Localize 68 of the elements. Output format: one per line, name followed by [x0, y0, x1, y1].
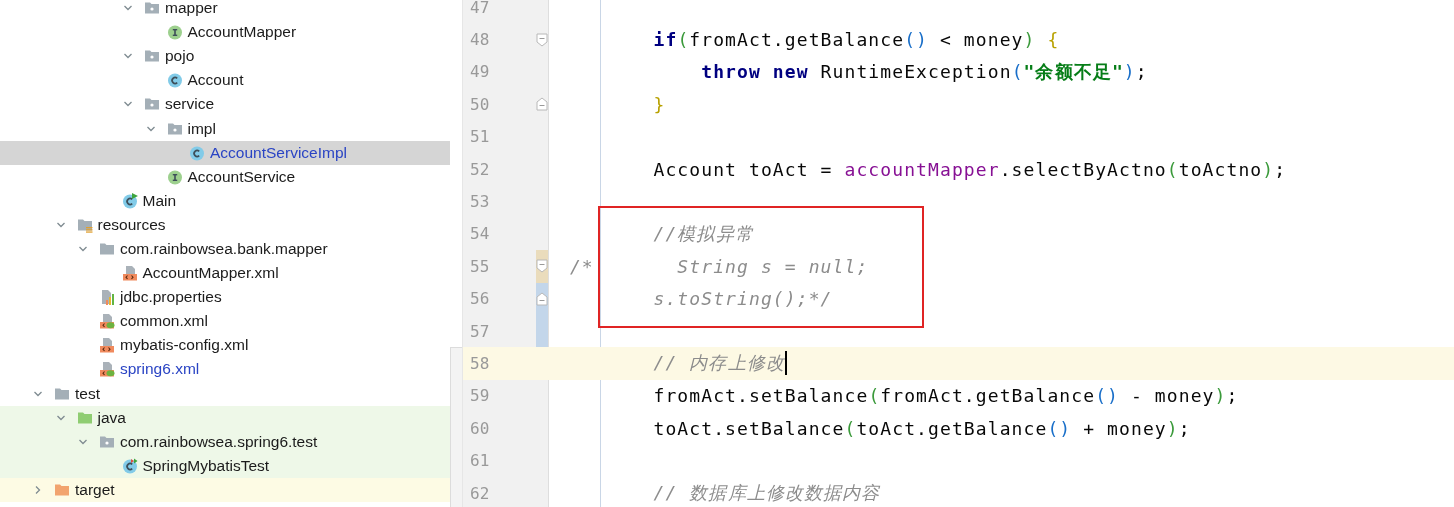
code-line: }: [652, 93, 666, 115]
code-line: toAct.setBalance(toAct.getBalance() + money);: [652, 417, 1191, 439]
tree-item[interactable]: SpringMybatisTest: [0, 453, 450, 478]
tree-item[interactable]: AccountServiceImpl: [0, 140, 450, 165]
line-number: 62: [470, 483, 490, 503]
xml-file-icon: [121, 265, 138, 282]
line-number: 47: [470, 0, 490, 17]
code-line: Account toAct = accountMapper.selectByActno(toActno);: [652, 158, 1287, 180]
tree-item[interactable]: common.xml: [0, 309, 450, 334]
class-icon: [121, 192, 138, 209]
code-line: throw new RuntimeException("余额不足");: [700, 59, 1148, 84]
properties-file-icon: [99, 289, 115, 306]
tree-item[interactable]: resources: [0, 212, 450, 237]
fold-marker-icon[interactable]: [536, 291, 548, 306]
tree-item[interactable]: pojo: [0, 44, 450, 69]
text-cursor: [784, 351, 787, 376]
tree-item[interactable]: impl: [0, 116, 450, 141]
tree-item[interactable]: Account: [0, 68, 450, 93]
tree-item[interactable]: target: [0, 477, 450, 502]
class-icon: [166, 72, 183, 89]
line-number: 52: [470, 159, 490, 179]
line-number: 59: [470, 386, 490, 406]
line-number: 61: [470, 451, 490, 471]
line-number: 54: [470, 224, 490, 244]
scrollbar[interactable]: [450, 347, 462, 507]
line-number: 50: [470, 94, 490, 114]
line-number: 60: [470, 418, 490, 438]
fold-marker-icon[interactable]: [536, 32, 548, 47]
interface-icon: [166, 24, 183, 41]
tree-item[interactable]: jdbc.properties: [0, 285, 450, 310]
code-line: if(fromAct.getBalance() < money) {: [652, 29, 1060, 51]
folder-icon: [99, 241, 115, 257]
fold-marker-icon[interactable]: [536, 97, 548, 112]
tree-item[interactable]: service: [0, 92, 450, 117]
line-number: 56: [470, 289, 490, 309]
tree-item[interactable]: AccountMapper: [0, 20, 450, 45]
tree-item[interactable]: java: [0, 405, 450, 430]
code-line: // 内存上修改: [652, 351, 785, 376]
tree-item[interactable]: spring6.xml: [0, 357, 450, 382]
folder-icon: [144, 48, 160, 65]
xml-file-icon: [99, 313, 115, 330]
xml-file-icon: [99, 337, 115, 354]
tree-item[interactable]: com.rainbowsea.bank.mapper: [0, 236, 450, 262]
class-icon: [189, 144, 205, 161]
code-line: fromAct.setBalance(fromAct.getBalance() - money);: [652, 385, 1239, 407]
line-number: 53: [470, 192, 490, 212]
folder-icon: [144, 96, 160, 113]
line-number: 57: [470, 321, 490, 341]
code-line: //模拟异常: [652, 221, 754, 246]
interface-icon: [166, 168, 183, 185]
code-line: s.toString();*/: [652, 288, 833, 310]
line-number: 49: [470, 62, 490, 82]
xml-file-icon: [99, 361, 115, 378]
line-number: 58: [470, 354, 490, 373]
code-line: /* String s = null;: [568, 255, 869, 277]
tree-item[interactable]: AccountService: [0, 164, 450, 189]
line-number: 51: [470, 127, 490, 147]
line-number: 55: [470, 256, 490, 276]
line-number: 48: [470, 30, 490, 50]
tree-item[interactable]: com.rainbowsea.spring6.test: [0, 429, 450, 454]
tree-item[interactable]: mapper: [0, 0, 450, 21]
tree-item[interactable]: mybatis-config.xml: [0, 333, 450, 358]
tree-item[interactable]: Main: [0, 188, 450, 213]
class-icon: [121, 457, 138, 474]
tree-item[interactable]: test: [0, 381, 450, 406]
tree-item[interactable]: AccountMapper.xml: [0, 261, 450, 286]
fold-marker-icon[interactable]: [536, 259, 548, 274]
code-line: // 数据库上修改数据内容: [652, 481, 881, 506]
